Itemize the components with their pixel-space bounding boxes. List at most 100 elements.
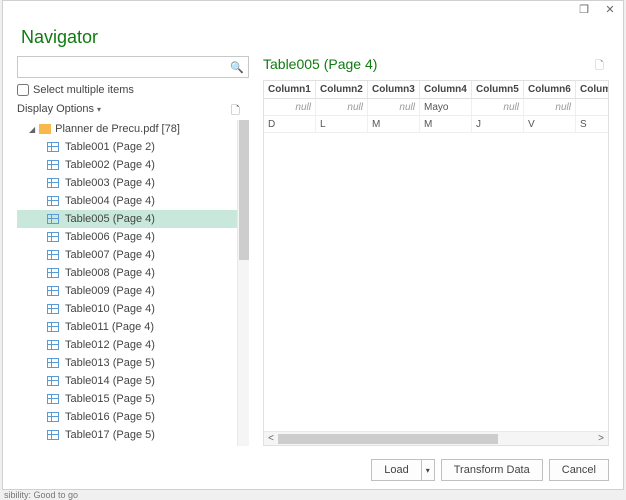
tree-item[interactable]: Table012 (Page 4) <box>17 336 237 354</box>
column-header[interactable]: Column5 <box>472 81 524 98</box>
preview-grid[interactable]: Column1Column2Column3Column4Column5Colum… <box>264 81 609 133</box>
maximize-icon[interactable]: ❐ <box>577 3 591 21</box>
tree-item[interactable]: Table002 (Page 4) <box>17 156 237 174</box>
select-multiple-checkbox[interactable] <box>17 84 29 96</box>
table-icon <box>47 232 59 242</box>
copy-icon[interactable]: 🗋 <box>595 57 609 71</box>
content-area: 🔍 Select multiple items Display Options … <box>3 56 623 446</box>
tree-item[interactable]: Table013 (Page 5) <box>17 354 237 372</box>
display-options-row: Display Options ▾ 🗋 <box>17 102 249 116</box>
load-dropdown-button[interactable]: ▾ <box>422 459 435 481</box>
tree-item-label: Table014 (Page 5) <box>65 375 155 387</box>
tree-item[interactable]: Table003 (Page 4) <box>17 174 237 192</box>
scrollbar-thumb[interactable] <box>239 120 249 260</box>
tree-item[interactable]: Table008 (Page 4) <box>17 264 237 282</box>
scroll-right-icon[interactable]: > <box>594 433 608 444</box>
dialog-footer: Load ▾ Transform Data Cancel <box>371 459 609 481</box>
display-options-dropdown[interactable]: Display Options ▾ <box>17 103 101 115</box>
table-cell: null <box>472 99 524 115</box>
tree-item-label: Table001 (Page 2) <box>65 141 155 153</box>
load-button-group: Load ▾ <box>371 459 435 481</box>
tree-item[interactable]: Table016 (Page 5) <box>17 408 237 426</box>
tree-item[interactable]: Table009 (Page 4) <box>17 282 237 300</box>
table-icon <box>47 250 59 260</box>
table-cell: M <box>368 116 420 132</box>
table-cell: null <box>316 99 368 115</box>
tree-view[interactable]: ◢ Planner de Precu.pdf [78] Table001 (Pa… <box>17 120 237 446</box>
table-cell: J <box>472 116 524 132</box>
table-icon <box>47 376 59 386</box>
grid-header: Column1Column2Column3Column4Column5Colum… <box>264 81 609 99</box>
preview-title-text: Table005 (Page 4) <box>263 56 377 72</box>
scroll-track[interactable] <box>278 434 594 444</box>
table-icon <box>47 196 59 206</box>
tree-item-label: Table010 (Page 4) <box>65 303 155 315</box>
column-header[interactable]: Column2 <box>316 81 368 98</box>
tree-item-label: Table007 (Page 4) <box>65 249 155 261</box>
refresh-icon[interactable]: 🗋 <box>231 102 245 116</box>
tree-item-label: Table015 (Page 5) <box>65 393 155 405</box>
status-bar: sibility: Good to go <box>4 490 78 500</box>
table-row[interactable]: nullnullnullMayonullnull <box>264 99 609 116</box>
tree-item-label: Table005 (Page 4) <box>65 213 155 225</box>
close-icon[interactable]: ✕ <box>603 3 617 21</box>
transform-data-button[interactable]: Transform Data <box>441 459 543 481</box>
column-header[interactable]: Column7 <box>576 81 609 98</box>
tree-item[interactable]: Table014 (Page 5) <box>17 372 237 390</box>
tree-item[interactable]: Table004 (Page 4) <box>17 192 237 210</box>
tree-item-label: Table006 (Page 4) <box>65 231 155 243</box>
tree-item-label: Table016 (Page 5) <box>65 411 155 423</box>
tree-item[interactable]: Table017 (Page 5) <box>17 426 237 444</box>
table-icon <box>47 394 59 404</box>
display-options-label: Display Options <box>17 103 94 115</box>
tree-item[interactable]: Table011 (Page 4) <box>17 318 237 336</box>
table-icon <box>47 304 59 314</box>
select-multiple-row[interactable]: Select multiple items <box>17 84 249 96</box>
table-icon <box>47 178 59 188</box>
table-cell: Mayo <box>420 99 472 115</box>
dialog-header: Navigator <box>3 23 623 56</box>
load-button[interactable]: Load <box>371 459 421 481</box>
tree-wrap: ◢ Planner de Precu.pdf [78] Table001 (Pa… <box>17 120 249 446</box>
table-cell: S <box>576 116 609 132</box>
left-panel: 🔍 Select multiple items Display Options … <box>17 56 249 446</box>
search-icon[interactable]: 🔍 <box>230 61 244 74</box>
tree-item-label: Table012 (Page 4) <box>65 339 155 351</box>
tree-item-label: Table008 (Page 4) <box>65 267 155 279</box>
tree-item[interactable]: Table006 (Page 4) <box>17 228 237 246</box>
table-cell: null <box>524 99 576 115</box>
table-icon <box>47 214 59 224</box>
preview-header: Table005 (Page 4) 🗋 <box>263 56 609 72</box>
tree-scrollbar[interactable] <box>237 120 249 446</box>
tree-item-label: Table009 (Page 4) <box>65 285 155 297</box>
column-header[interactable]: Column1 <box>264 81 316 98</box>
column-header[interactable]: Column6 <box>524 81 576 98</box>
column-header[interactable]: Column4 <box>420 81 472 98</box>
tree-item[interactable]: Table018 (Page 5) <box>17 444 237 446</box>
tree-item-label: Table003 (Page 4) <box>65 177 155 189</box>
table-icon <box>47 322 59 332</box>
titlebar: ❐ ✕ <box>3 1 623 23</box>
tree-item[interactable]: Table015 (Page 5) <box>17 390 237 408</box>
tree-item[interactable]: Table007 (Page 4) <box>17 246 237 264</box>
caret-down-icon[interactable]: ◢ <box>29 125 35 134</box>
cancel-button[interactable]: Cancel <box>549 459 609 481</box>
tree-item[interactable]: Table005 (Page 4) <box>17 210 237 228</box>
scroll-thumb[interactable] <box>278 434 498 444</box>
chevron-down-icon: ▾ <box>97 105 101 114</box>
tree-item[interactable]: Table001 (Page 2) <box>17 138 237 156</box>
column-header[interactable]: Column3 <box>368 81 420 98</box>
tree-item[interactable]: Table010 (Page 4) <box>17 300 237 318</box>
horizontal-scrollbar[interactable]: < > <box>264 431 608 445</box>
search-input[interactable] <box>22 58 230 76</box>
search-box[interactable]: 🔍 <box>17 56 249 78</box>
scroll-left-icon[interactable]: < <box>264 433 278 444</box>
tree-item-label: Table004 (Page 4) <box>65 195 155 207</box>
tree-item-label: Table013 (Page 5) <box>65 357 155 369</box>
table-icon <box>47 358 59 368</box>
table-cell <box>576 99 609 115</box>
tree-root-node[interactable]: ◢ Planner de Precu.pdf [78] <box>17 120 237 138</box>
table-row[interactable]: DLMMJVS <box>264 116 609 133</box>
table-icon <box>47 412 59 422</box>
select-multiple-label: Select multiple items <box>33 84 134 96</box>
